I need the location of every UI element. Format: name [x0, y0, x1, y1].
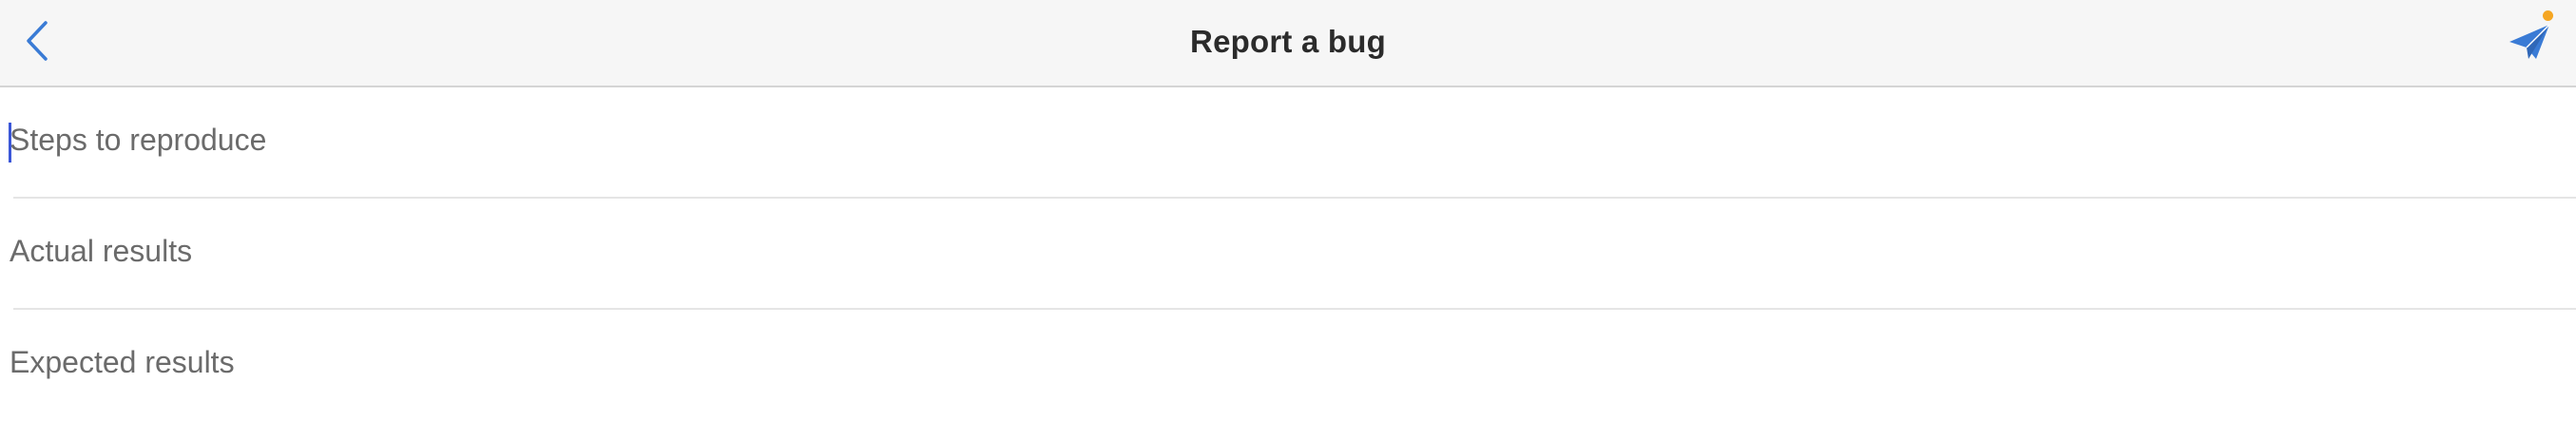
notification-badge: [2543, 10, 2553, 21]
actual-results-placeholder: Actual results: [10, 234, 193, 268]
steps-to-reproduce-field[interactable]: Steps to reproduce: [0, 87, 2576, 199]
expected-results-field[interactable]: Expected results: [0, 310, 2576, 421]
steps-to-reproduce-placeholder: Steps to reproduce: [10, 123, 267, 157]
actual-results-field[interactable]: Actual results: [0, 199, 2576, 310]
expected-results-placeholder: Expected results: [10, 345, 235, 379]
send-button[interactable]: [2502, 15, 2559, 68]
page-title: Report a bug: [1190, 24, 1386, 59]
navigation-bar: Report a bug: [0, 0, 2576, 87]
text-cursor: [9, 123, 11, 163]
paper-plane-icon: [2509, 24, 2550, 59]
